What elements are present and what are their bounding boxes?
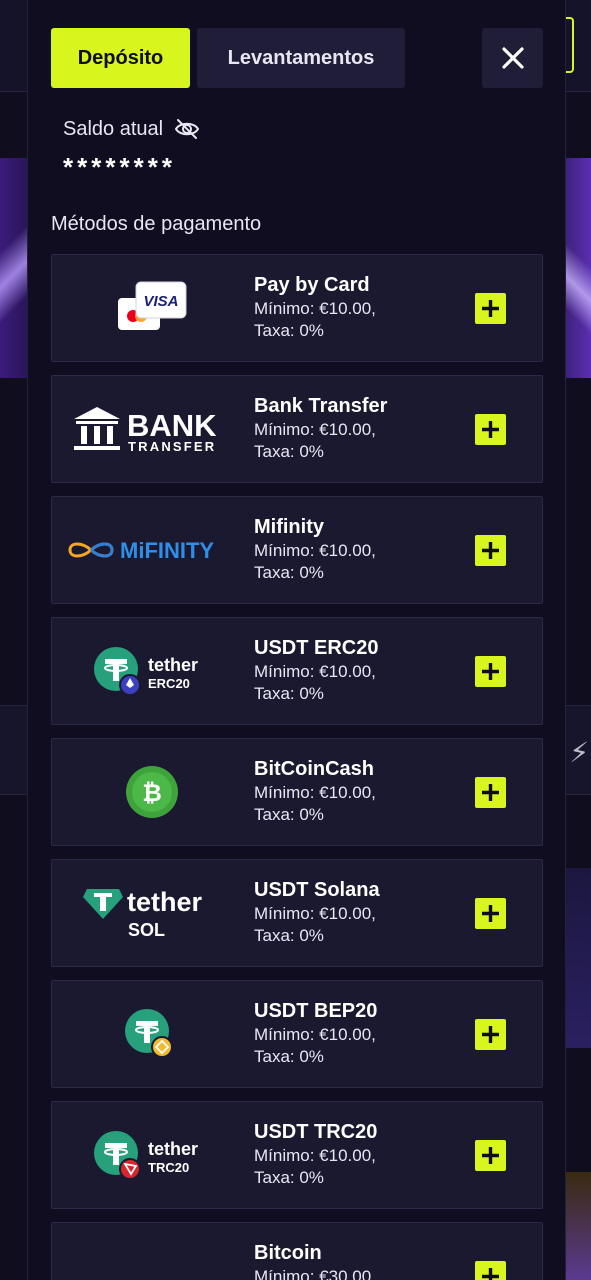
method-minimum: Mínimo: €10.00, [254,299,376,318]
method-info: BitCoinCash Mínimo: €10.00, Taxa: 0% [254,756,464,826]
add-button[interactable] [475,1261,506,1280]
payment-method-card[interactable]: VISA Pay by Card Mínimo: €10.00, Taxa: 0… [51,254,543,362]
method-minimum: Mínimo: €30.00, [254,1267,376,1280]
method-name: USDT Solana [254,879,380,901]
visa-text: VISA [143,293,178,310]
method-minimum: Mínimo: €10.00, [254,1146,376,1165]
method-name: Pay by Card [254,274,370,296]
payment-method-usdt-solana[interactable]: tether SOL USDT Solana Mínimo: €10.00, T… [51,859,543,967]
payment-drawer: Depósito Levantamentos Saldo atual *****… [27,0,566,1280]
method-name: USDT TRC20 [254,1121,378,1143]
method-minimum: Mínimo: €10.00, [254,904,376,923]
plus-icon [482,1026,499,1043]
method-fee: Taxa: 0% [254,684,324,703]
method-minimum: Mínimo: €10.00, [254,1025,376,1044]
method-fee: Taxa: 0% [254,442,324,461]
bitcoin-logo: ₿ bitcoin [52,1223,252,1280]
payment-method-bitcoin[interactable]: ₿ bitcoin Bitcoin Mínimo: €30.00, [51,1222,543,1280]
balance-label: Saldo atual [63,117,164,140]
payment-method-usdt-bep20[interactable]: USDT BEP20 Mínimo: €10.00, Taxa: 0% [51,980,543,1088]
trc20-text: TRC20 [148,1160,189,1175]
add-button[interactable] [475,1140,506,1171]
plus-icon [482,542,499,559]
add-button[interactable] [475,535,506,566]
svg-text:₿: ₿ [142,779,162,807]
payment-method-bank-transfer[interactable]: BANK TRANSFER Bank Transfer Mínimo: €10.… [51,375,543,483]
payment-method-usdt-erc20[interactable]: tether ERC20 USDT ERC20 Mínimo: €10.00, … [51,617,543,725]
method-info: Pay by Card Mínimo: €10.00, Taxa: 0% [254,272,464,342]
add-button[interactable] [475,898,506,929]
add-button[interactable] [475,777,506,808]
plus-icon [482,1147,499,1164]
payment-method-bitcoincash[interactable]: ₿ BitCoinCash Mínimo: €10.00, Taxa: 0% [51,738,543,846]
mifinity-text: MiFINITY [120,538,214,563]
method-fee: Taxa: 0% [254,926,324,945]
payment-methods-list: VISA Pay by Card Mínimo: €10.00, Taxa: 0… [51,254,543,1280]
method-minimum: Mínimo: €10.00, [254,783,376,802]
lightning-icon: ⚡ [569,737,589,768]
payment-methods-title: Métodos de pagamento [51,213,262,235]
method-info: Bank Transfer Mínimo: €10.00, Taxa: 0% [254,393,464,463]
payment-method-usdt-trc20[interactable]: tether TRC20 USDT TRC20 Mínimo: €10.00, … [51,1101,543,1209]
method-name: Bank Transfer [254,395,388,417]
plus-icon [482,663,499,680]
add-button[interactable] [475,656,506,687]
add-button[interactable] [475,414,506,445]
payment-method-mifinity[interactable]: MiFINITY Mifinity Mínimo: €10.00, Taxa: … [51,496,543,604]
tether-text: tether [148,655,198,675]
plus-icon [482,905,499,922]
erc20-text: ERC20 [148,676,190,691]
background-game-tile [565,868,591,1048]
tether-sol-logo: tether SOL [52,860,252,966]
plus-icon [482,421,499,438]
balance-masked: ******** [63,152,176,182]
tab-withdrawals[interactable]: Levantamentos [197,28,405,88]
tether-bep20-logo [52,981,252,1087]
bitcoin-cash-logo: ₿ [52,739,252,845]
method-info: USDT BEP20 Mínimo: €10.00, Taxa: 0% [254,998,464,1068]
method-fee: Taxa: 0% [254,1168,324,1187]
method-info: Mifinity Mínimo: €10.00, Taxa: 0% [254,514,464,584]
tether-trc20-logo: tether TRC20 [52,1102,252,1208]
method-info: USDT Solana Mínimo: €10.00, Taxa: 0% [254,877,464,947]
method-info: USDT ERC20 Mínimo: €10.00, Taxa: 0% [254,635,464,705]
add-button[interactable] [475,1019,506,1050]
method-name: USDT ERC20 [254,637,379,659]
close-button[interactable] [482,28,543,88]
tab-deposit[interactable]: Depósito [51,28,190,88]
mifinity-logo: MiFINITY [52,497,252,603]
method-minimum: Mínimo: €10.00, [254,420,376,439]
tether-text: tether [148,1139,198,1159]
method-fee: Taxa: 0% [254,805,324,824]
balance-label-row: Saldo atual [63,117,201,141]
method-name: USDT BEP20 [254,1000,378,1022]
tether-erc20-logo: tether ERC20 [52,618,252,724]
eye-off-icon[interactable] [173,117,201,141]
transfer-text: TRANSFER [128,439,216,454]
method-name: BitCoinCash [254,758,374,780]
close-icon [501,47,524,69]
method-fee: Taxa: 0% [254,321,324,340]
method-info: USDT TRC20 Mínimo: €10.00, Taxa: 0% [254,1119,464,1189]
bank-text: BANK [127,408,217,443]
sol-text: SOL [128,920,165,940]
method-fee: Taxa: 0% [254,563,324,582]
bank-transfer-logo: BANK TRANSFER [52,376,252,482]
method-fee: Taxa: 0% [254,1047,324,1066]
background-game-tile [565,1172,591,1280]
plus-icon [482,300,499,317]
method-minimum: Mínimo: €10.00, [254,662,376,681]
card-logo: VISA [52,255,252,361]
method-info: Bitcoin Mínimo: €30.00, [254,1240,464,1280]
plus-icon [482,1268,499,1280]
add-button[interactable] [475,293,506,324]
method-name: Mifinity [254,516,324,538]
method-minimum: Mínimo: €10.00, [254,541,376,560]
method-name: Bitcoin [254,1242,322,1264]
tether-text: tether [127,887,203,917]
plus-icon [482,784,499,801]
